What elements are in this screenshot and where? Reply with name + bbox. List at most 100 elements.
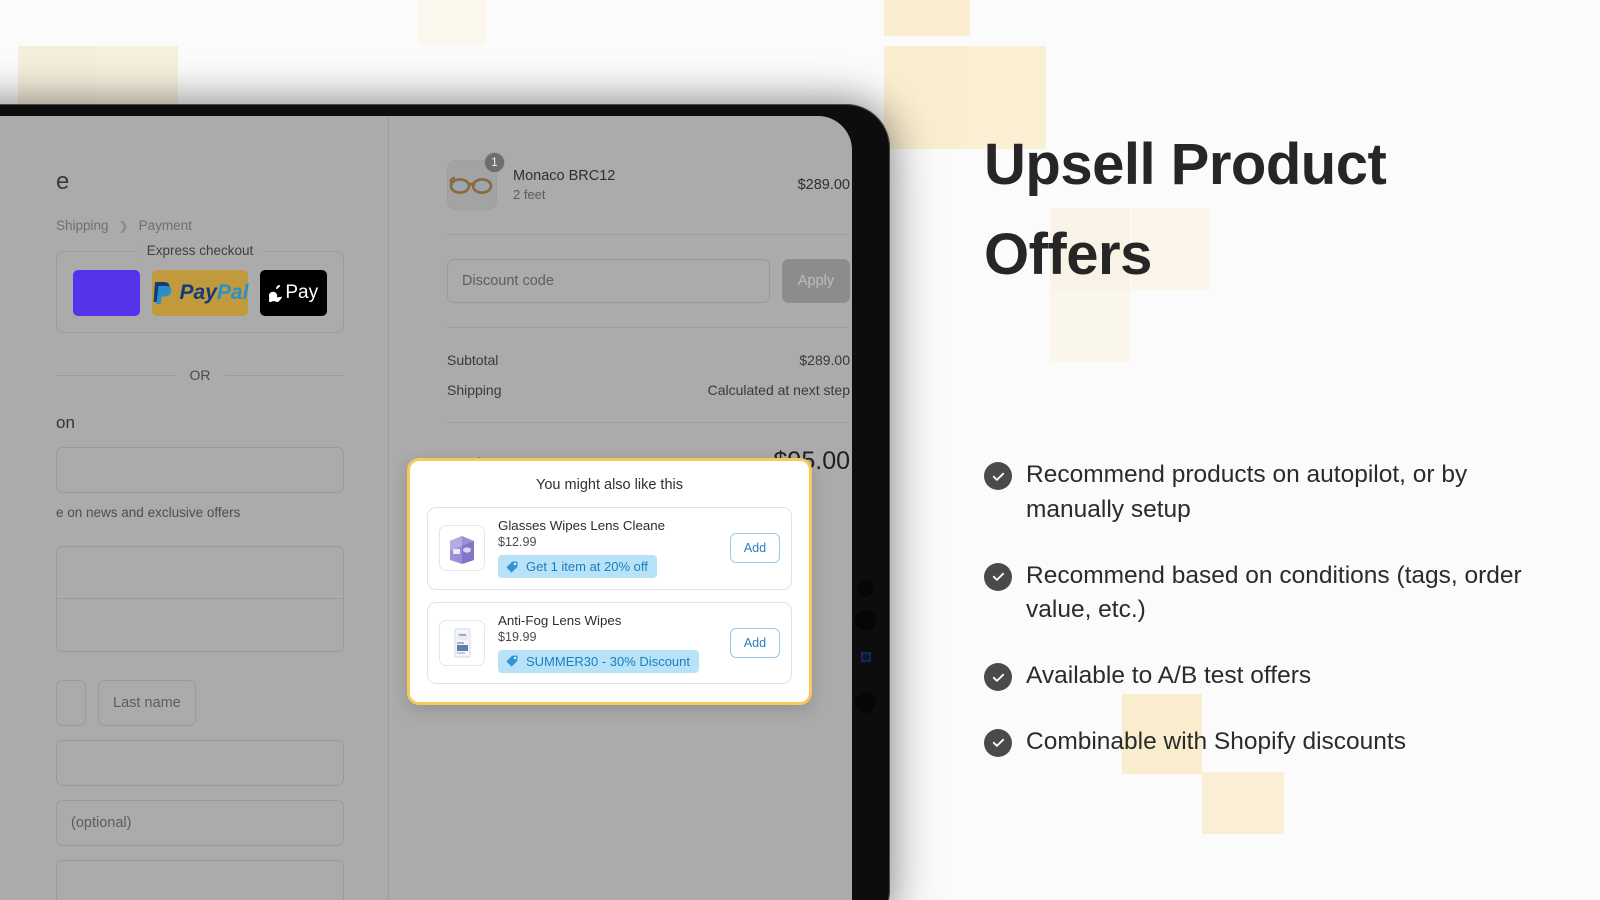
offer-discount-badge: Get 1 item at 20% off [498,555,657,578]
divider [447,327,850,328]
offer-discount-text: SUMMER30 - 30% Discount [526,653,690,669]
glasses-wipes-box-icon [450,536,474,565]
upsell-offer-item: Anti-Fog Lens Wipes $19.99 SUMMER30 - 30… [427,601,792,684]
apartment-field[interactable]: (optional) [56,800,344,846]
feature-text: Available to A/B test offers [1026,662,1312,690]
quantity-badge: 1 [484,152,505,173]
street-address-field[interactable] [56,740,344,786]
apple-pay-button[interactable]: Pay [260,270,327,316]
check-circle-icon [984,462,1012,490]
last-name-field[interactable]: Last name [98,680,196,726]
paypal-button[interactable]: PayPal [151,270,249,316]
subtotal-label: Subtotal [447,352,499,368]
summary-row-shipping: Shipping Calculated at next step [447,382,850,398]
offer-price: $12.99 [498,535,537,549]
first-name-field[interactable] [56,680,86,726]
feature-text: Combinable with Shopify discounts [1026,727,1406,755]
offer-body: Anti-Fog Lens Wipes $19.99 SUMMER30 - 30… [498,613,717,674]
camera-icon [855,692,876,713]
breadcrumb-shipping[interactable]: Shipping [56,218,109,233]
discount-code-input[interactable]: Discount code [447,259,770,303]
express-pay-buttons: PayPal Pay [73,270,327,316]
decor-block [1050,290,1130,362]
decor-block [1202,772,1284,834]
cart-line-item: 1 Monaco BRC12 2 feet $289.00 [447,152,850,210]
discount-row: Discount code Apply [447,259,850,303]
upsell-title: You might also like this [536,477,683,493]
city-field[interactable] [56,860,344,900]
decor-block [884,0,970,36]
paypal-icon [153,282,172,304]
check-circle-icon [984,728,1012,757]
line-item-details: Monaco BRC12 2 feet [513,168,782,202]
upsell-offer-item: Glasses Wipes Lens Cleane $12.99 Get 1 i… [427,507,792,590]
express-checkout-label: Express checkout [136,243,264,258]
breadcrumb-payment[interactable]: Payment [139,218,192,233]
email-field[interactable] [56,447,344,493]
or-divider: OR [56,367,344,383]
promo-heading-line-1: Upsell Product [984,132,1387,197]
offer-name: Anti-Fog Lens Wipes [498,612,622,628]
screenshot-stage: e Shipping ❯ Payment Express checkout Pa… [0,0,1600,900]
or-label: OR [189,367,211,383]
antifog-wipes-box-icon [454,628,471,658]
contact-section-title: on [56,413,75,432]
sensor-icon [861,652,871,662]
offer-thumbnail [439,525,485,572]
paypal-wordmark-pay: Pay [179,281,217,304]
divider [447,422,850,423]
divider [447,234,850,235]
feature-list-item: Available to A/B test offers [984,659,1524,694]
checkout-form-column: e Shipping ❯ Payment Express checkout Pa… [0,116,392,900]
offer-price: $19.99 [498,629,537,644]
offer-thumbnail [439,619,485,666]
feature-list: Recommend products on autopilot, or by m… [984,458,1524,760]
feature-text: Recommend based on conditions (tags, ord… [1026,561,1522,624]
camera-icon [857,580,874,597]
address-field[interactable] [57,599,343,651]
express-checkout-section: Express checkout PayPal Pay [56,243,344,333]
newsletter-note: e on news and exclusive offers [56,505,241,520]
add-offer-button[interactable]: Add [730,533,780,564]
offer-name: Glasses Wipes Lens Cleane [498,518,666,533]
country-field[interactable] [57,547,343,599]
chevron-right-icon: ❯ [118,218,129,233]
feature-list-item: Combinable with Shopify discounts [984,725,1524,760]
apple-icon [269,284,283,302]
camera-icon [855,610,876,631]
divider-line [224,374,344,376]
apply-discount-button[interactable]: Apply [782,259,850,303]
promo-heading-line-2: Offers [984,221,1152,287]
paypal-wordmark-pal: Pal [216,281,249,304]
check-circle-icon [984,562,1012,591]
delivery-fields-stack [56,546,344,652]
feature-list-item: Recommend products on autopilot, or by m… [984,458,1524,528]
feature-text: Recommend products on autopilot, or by m… [1026,461,1468,523]
store-brand: e [56,168,70,195]
offer-discount-text: Get 1 item at 20% off [526,559,648,574]
offer-body: Glasses Wipes Lens Cleane $12.99 Get 1 i… [498,518,717,579]
shipping-value: Calculated at next step [707,382,850,398]
decor-block [884,46,966,149]
tag-icon [506,655,518,667]
check-circle-icon [984,663,1012,692]
tag-icon [506,561,518,573]
breadcrumb: Shipping ❯ Payment [56,218,344,233]
promo-heading: Upsell Product Offers [984,120,1544,300]
line-item-title: Monaco BRC12 [513,168,616,184]
apple-pay-label: Pay [285,282,319,303]
line-item-price: $289.00 [797,177,850,193]
summary-row-subtotal: Subtotal $289.00 [447,352,850,368]
feature-list-item: Recommend based on conditions (tags, ord… [984,559,1524,629]
shipping-label: Shipping [447,382,502,398]
offer-discount-badge: SUMMER30 - 30% Discount [498,649,699,673]
upsell-card: You might also like this Glasses Wipes L… [407,458,812,705]
decor-block [418,0,486,45]
line-item-variant: 2 feet [513,187,546,202]
subtotal-value: $289.00 [799,352,850,368]
add-offer-button[interactable]: Add [730,627,780,658]
product-thumbnail: 1 [447,152,505,210]
divider-line [56,374,176,376]
name-row: Last name [56,666,344,726]
shop-pay-button[interactable] [73,270,140,316]
